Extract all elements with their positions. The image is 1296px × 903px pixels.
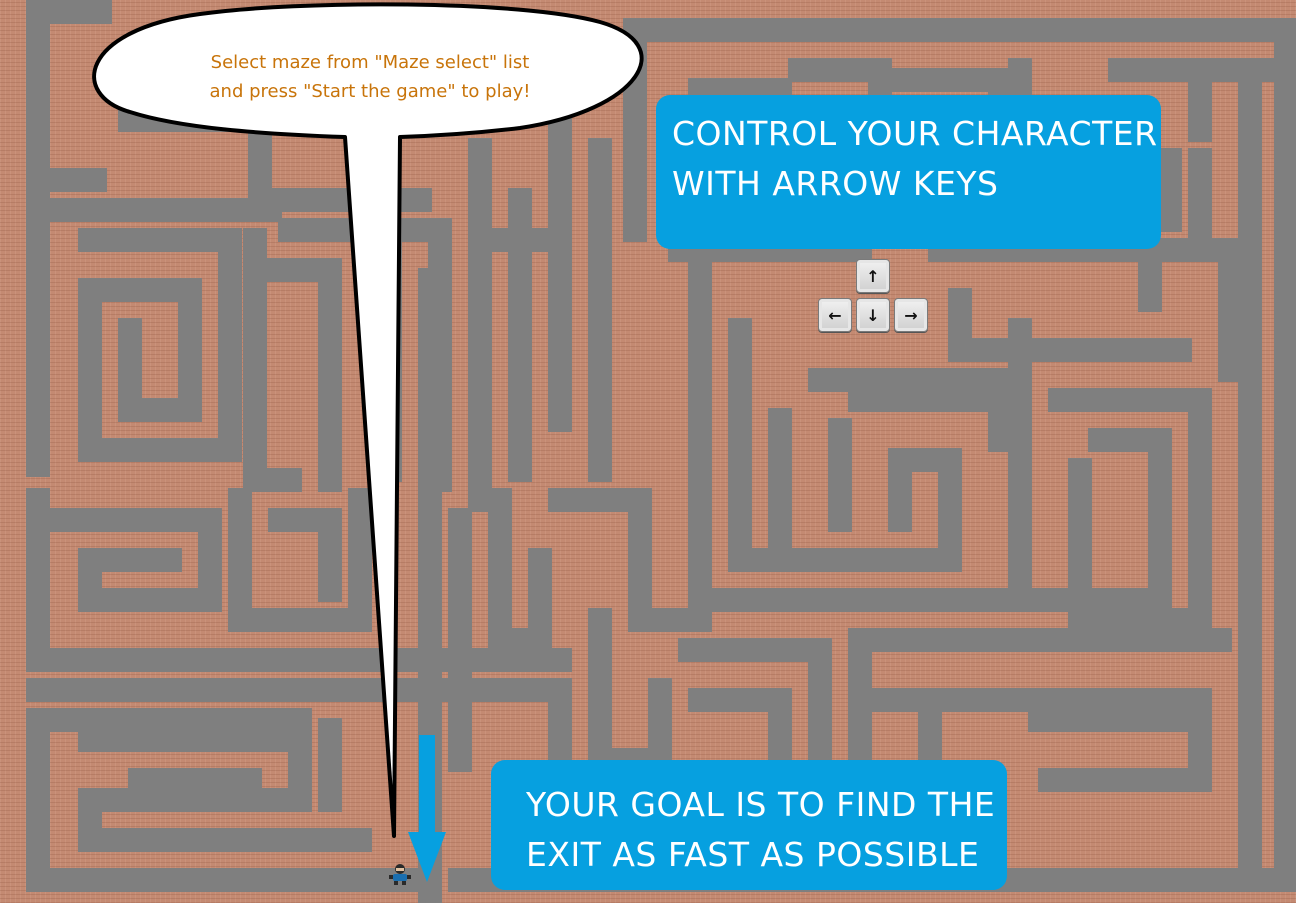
goal-line-1: YOUR GOAL IS TO FIND THE xyxy=(526,785,996,824)
goal-info-panel: YOUR GOAL IS TO FIND THE EXIT AS FAST AS… xyxy=(491,760,1007,890)
goal-line-2: EXIT AS FAST AS POSSIBLE xyxy=(526,835,980,874)
player-character-icon xyxy=(389,864,411,885)
